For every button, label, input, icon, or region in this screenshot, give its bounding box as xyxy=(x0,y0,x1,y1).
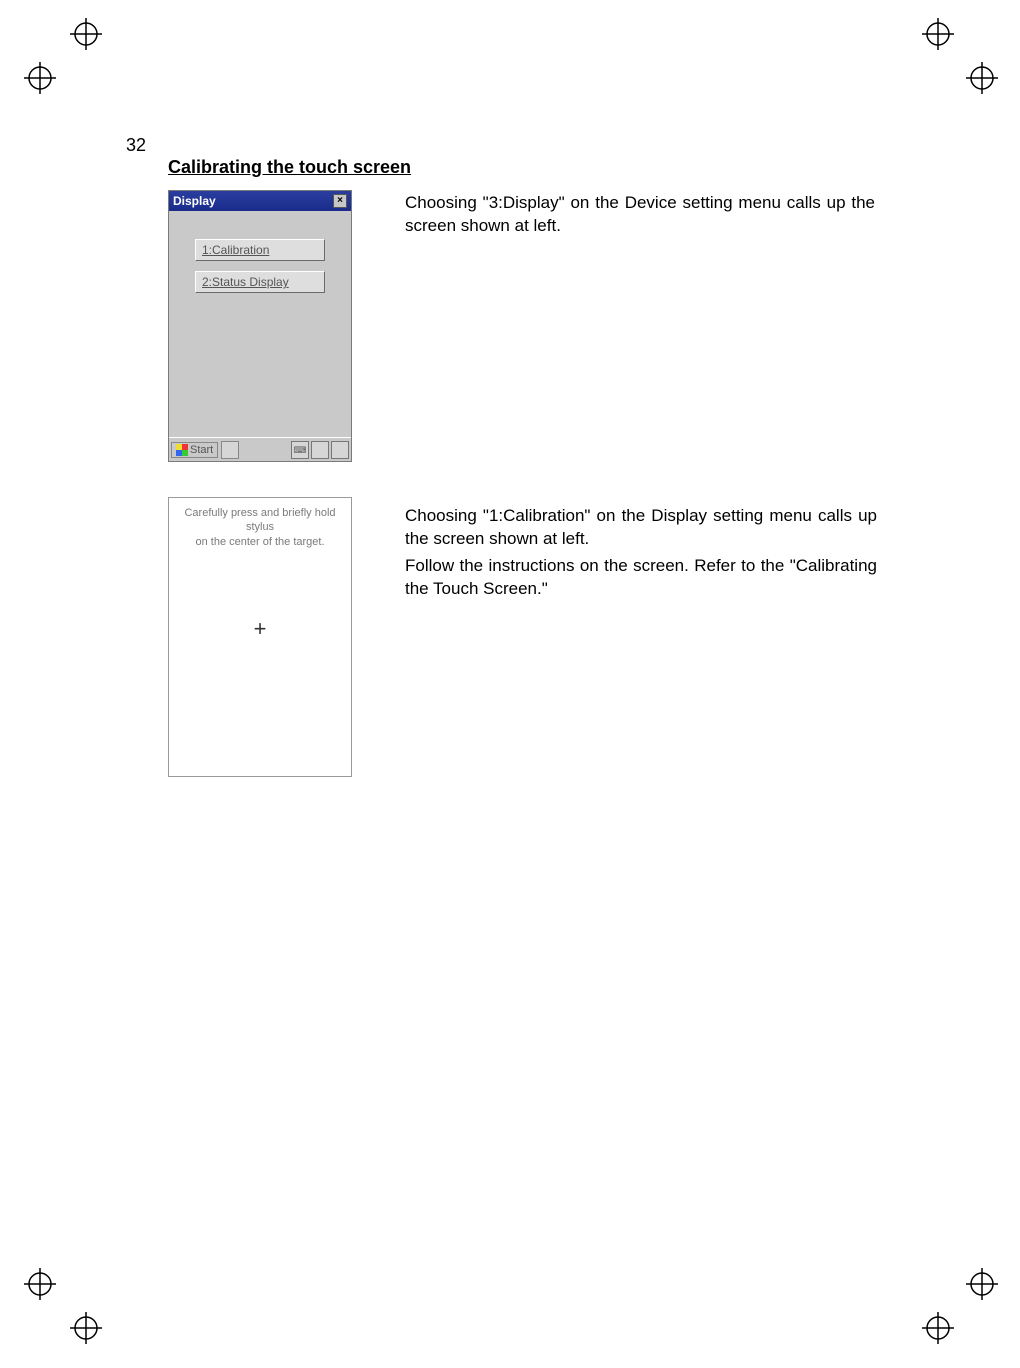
reg-mark-icon xyxy=(24,62,56,94)
reg-mark-icon xyxy=(922,18,954,50)
reg-mark-icon xyxy=(24,1268,56,1300)
display-settings-screenshot: Display × 1:Calibration 2:Status Display… xyxy=(168,190,352,462)
windows-flag-icon xyxy=(176,444,188,456)
taskbar: Start ⌨ xyxy=(169,437,351,461)
start-button[interactable]: Start xyxy=(171,442,218,458)
calibration-screenshot: Carefully press and briefly hold stylus … xyxy=(168,497,352,777)
paragraph-follow-instruction: Follow the instructions on the screen. R… xyxy=(405,555,877,601)
reg-mark-icon xyxy=(966,62,998,94)
calibration-instruction-line2: on the center of the target. xyxy=(169,535,351,549)
paragraph-calibration-description: Choosing "1:Calibration" on the Display … xyxy=(405,505,877,551)
status-display-button[interactable]: 2:Status Display xyxy=(195,271,325,293)
reg-mark-icon xyxy=(70,18,102,50)
calibration-instruction-line1: Carefully press and briefly hold stylus xyxy=(169,506,351,535)
window-titlebar: Display × xyxy=(169,191,351,211)
task-icon[interactable] xyxy=(221,441,239,459)
tray-icon[interactable] xyxy=(331,441,349,459)
tray-icon[interactable] xyxy=(311,441,329,459)
paragraph-display-description: Choosing "3:Display" on the Device setti… xyxy=(405,192,875,238)
section-heading: Calibrating the touch screen xyxy=(168,157,411,178)
reg-mark-icon xyxy=(922,1312,954,1344)
close-icon[interactable]: × xyxy=(333,194,347,208)
page-number: 32 xyxy=(126,135,146,156)
reg-mark-icon xyxy=(70,1312,102,1344)
calibration-target-icon[interactable]: + xyxy=(254,616,267,642)
reg-mark-icon xyxy=(966,1268,998,1300)
start-label: Start xyxy=(190,444,213,456)
keyboard-tray-icon[interactable]: ⌨ xyxy=(291,441,309,459)
window-title: Display xyxy=(173,194,216,208)
calibration-button[interactable]: 1:Calibration xyxy=(195,239,325,261)
